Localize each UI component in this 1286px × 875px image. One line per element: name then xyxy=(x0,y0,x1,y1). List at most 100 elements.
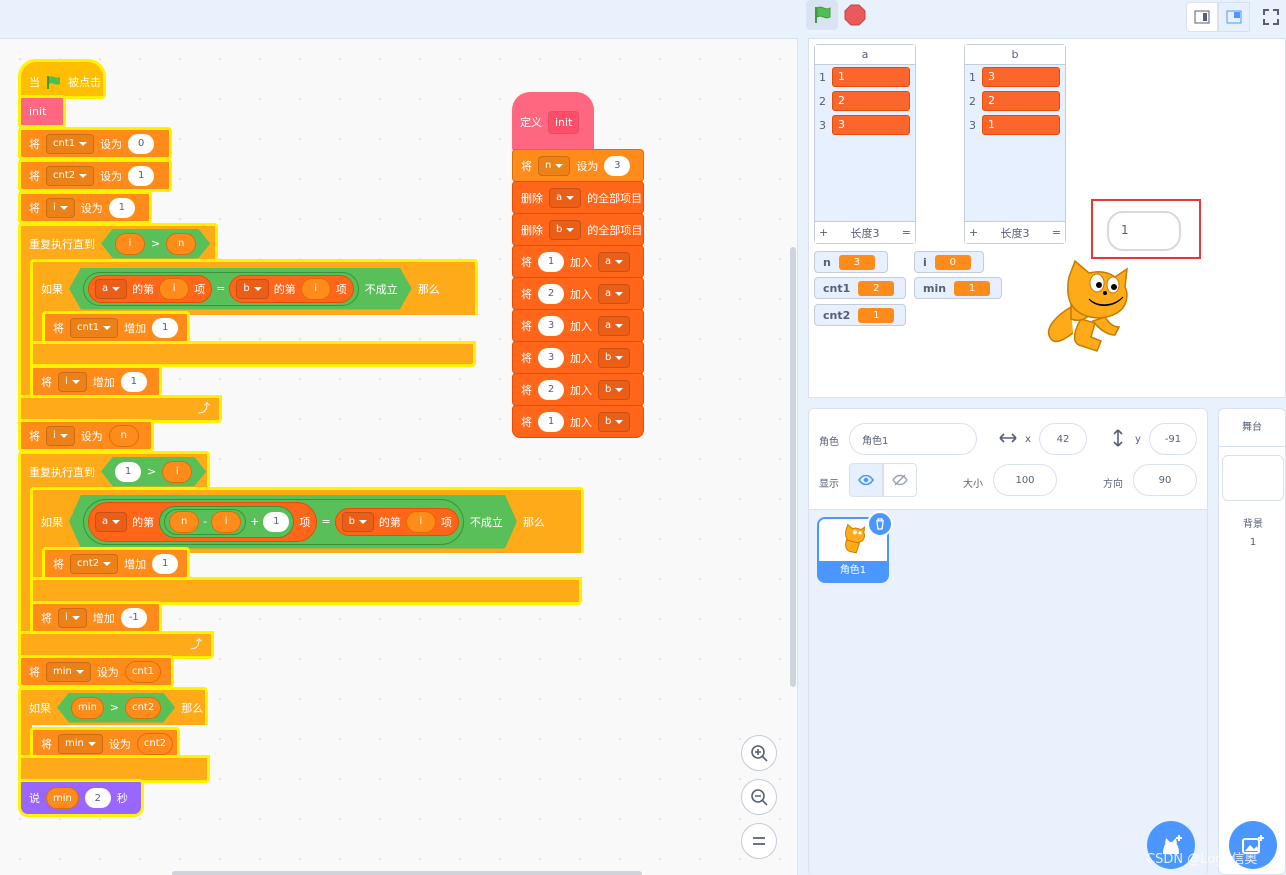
var-reporter-i[interactable]: i xyxy=(211,511,241,533)
backdrop-thumbnail[interactable] xyxy=(1222,455,1284,501)
list-dropdown-b[interactable]: b xyxy=(549,219,582,240)
size-input[interactable]: 100 xyxy=(993,464,1057,496)
add-to-list-block[interactable]: 将 3 加入 a xyxy=(512,309,644,342)
list-dropdown[interactable]: b xyxy=(598,379,631,400)
list-dropdown[interactable]: a xyxy=(598,251,631,272)
var-reporter-min[interactable]: min xyxy=(71,697,104,719)
list-dropdown-b[interactable]: b xyxy=(236,279,268,299)
list-cell[interactable]: 1 xyxy=(982,115,1060,135)
var-reporter-n[interactable]: n xyxy=(166,233,196,255)
init-call-block[interactable]: init xyxy=(18,95,66,128)
list-cell[interactable]: 3 xyxy=(832,115,910,135)
zoom-reset-button[interactable] xyxy=(741,823,777,859)
list-dropdown[interactable]: a xyxy=(598,315,631,336)
value-input[interactable]: 1 xyxy=(128,165,155,186)
var-dropdown-i[interactable]: i xyxy=(46,197,75,218)
set-cnt2-block[interactable]: 将 cnt2 设为 1 xyxy=(18,159,172,192)
value-input[interactable]: 2 xyxy=(538,283,564,304)
change-cnt2-block[interactable]: 将 cnt2 增加 1 xyxy=(42,547,190,580)
list-dropdown-a[interactable]: a xyxy=(95,512,127,532)
repeat-until-block-2[interactable]: 重复执行直到 1 > i xyxy=(18,451,210,489)
not-operator[interactable]: a 的第 i 项 = b 的第 i 项 不成立 xyxy=(69,268,412,310)
set-i-block[interactable]: 将 i 设为 1 xyxy=(18,191,152,224)
delete-sprite-button[interactable] xyxy=(867,511,893,537)
add-to-list-block[interactable]: 将 1 加入 a xyxy=(512,245,644,278)
var-dropdown-cnt2[interactable]: cnt2 xyxy=(46,165,95,186)
value-input[interactable]: 2 xyxy=(538,379,564,400)
list-dropdown-a[interactable]: a xyxy=(95,279,127,299)
stage[interactable]: a 11 22 33 + 长度3 = b 13 22 31 + 长度3 = n3… xyxy=(808,38,1286,398)
stop-button[interactable] xyxy=(844,4,866,26)
list-monitor-b[interactable]: b 13 22 31 + 长度3 = xyxy=(964,44,1066,244)
add-item-button[interactable]: + xyxy=(819,226,828,239)
not-operator[interactable]: a 的第 n - i + 1 项 = b 的第 i 项 不成立 xyxy=(69,495,517,549)
var-reporter-i[interactable]: i xyxy=(159,278,189,300)
secs-input[interactable]: 2 xyxy=(84,788,111,808)
green-flag-button[interactable] xyxy=(806,0,838,30)
value-input[interactable]: 0 xyxy=(128,133,155,154)
var-dropdown-i[interactable]: i xyxy=(58,607,87,628)
var-reporter-cnt2[interactable]: cnt2 xyxy=(125,697,161,719)
add-to-list-block[interactable]: 将 1 加入 b xyxy=(512,405,644,438)
set-n-block[interactable]: 将 n 设为 3 xyxy=(512,149,644,182)
list-dropdown-a[interactable]: a xyxy=(549,187,582,208)
gt-operator[interactable]: i > n xyxy=(101,229,210,259)
var-dropdown-min[interactable]: min xyxy=(58,733,103,754)
list-cell[interactable]: 2 xyxy=(982,91,1060,111)
var-reporter-cnt1[interactable]: cnt1 xyxy=(124,660,161,683)
delete-all-a-block[interactable]: 删除 a 的全部项目 xyxy=(512,181,644,214)
code-area[interactable]: 当 被点击 init 将 cnt1 设为 0 将 cnt2 设为 1 将 i 设… xyxy=(0,38,798,875)
value-input[interactable]: 1 xyxy=(152,553,179,574)
direction-input[interactable]: 90 xyxy=(1133,464,1197,496)
var-dropdown-n[interactable]: n xyxy=(538,155,571,176)
sprite-name-input[interactable]: 角色1 xyxy=(849,423,977,455)
list-cell[interactable]: 1 xyxy=(832,67,910,87)
normal-stage-button[interactable] xyxy=(1218,2,1250,32)
var-reporter-cnt2[interactable]: cnt2 xyxy=(136,732,173,755)
value-input[interactable]: 1 xyxy=(115,462,141,482)
var-reporter-n[interactable]: n xyxy=(169,511,199,533)
fullscreen-button[interactable] xyxy=(1256,2,1286,32)
value-input[interactable]: 3 xyxy=(538,347,564,368)
list-cell[interactable]: 2 xyxy=(832,91,910,111)
when-flag-clicked-block[interactable]: 当 被点击 xyxy=(18,59,106,99)
cat-sprite[interactable] xyxy=(1041,259,1141,361)
item-of-list-b[interactable]: b 的第 i 项 xyxy=(335,508,459,536)
show-visible-button[interactable] xyxy=(849,463,883,497)
add-to-list-block[interactable]: 将 2 加入 a xyxy=(512,277,644,310)
value-input[interactable]: -1 xyxy=(120,607,147,628)
value-input[interactable]: 1 xyxy=(263,512,289,532)
value-input[interactable]: 1 xyxy=(538,411,564,432)
var-reporter-i[interactable]: i xyxy=(162,461,192,483)
item-of-list-a[interactable]: a 的第 i 项 xyxy=(88,275,212,303)
value-input[interactable]: 1 xyxy=(538,251,564,272)
list-cell[interactable]: 3 xyxy=(982,67,1060,87)
var-reporter-i[interactable]: i xyxy=(301,278,331,300)
list-dropdown[interactable]: b xyxy=(598,347,631,368)
gt-operator[interactable]: min > cnt2 xyxy=(57,693,175,723)
var-dropdown-cnt1[interactable]: cnt1 xyxy=(70,317,119,338)
var-dropdown-min[interactable]: min xyxy=(46,661,91,682)
change-i-neg-block[interactable]: 将 i 增加 -1 xyxy=(30,601,162,634)
resize-handle[interactable]: = xyxy=(1052,226,1061,239)
var-reporter-i[interactable]: i xyxy=(115,233,145,255)
list-monitor-a[interactable]: a 11 22 33 + 长度3 = xyxy=(814,44,916,244)
add-item-button[interactable]: + xyxy=(969,226,978,239)
change-cnt1-block[interactable]: 将 cnt1 增加 1 xyxy=(42,311,190,344)
value-input[interactable]: 3 xyxy=(604,155,631,176)
plus-operator[interactable]: n - i + 1 xyxy=(159,506,294,538)
equals-operator[interactable]: a 的第 i 项 = b 的第 i 项 xyxy=(83,272,359,306)
value-input[interactable]: 1 xyxy=(108,197,135,218)
list-dropdown[interactable]: b xyxy=(598,411,631,432)
var-dropdown-i[interactable]: i xyxy=(58,371,87,392)
change-i-block[interactable]: 将 i 增加 1 xyxy=(30,365,162,398)
zoom-in-button[interactable] xyxy=(741,735,777,771)
var-reporter-n[interactable]: n xyxy=(108,424,139,447)
add-to-list-block[interactable]: 将 2 加入 b xyxy=(512,373,644,406)
repeat-until-block-1[interactable]: 重复执行直到 i > n xyxy=(18,223,218,261)
list-dropdown[interactable]: a xyxy=(598,283,631,304)
small-stage-button[interactable] xyxy=(1186,2,1218,32)
set-cnt1-block[interactable]: 将 cnt1 设为 0 xyxy=(18,127,172,160)
if-block-2[interactable]: 如果 a 的第 n - i + 1 项 = b 的第 i 项 不成立 那么 xyxy=(30,487,584,553)
value-input[interactable]: 1 xyxy=(120,371,147,392)
